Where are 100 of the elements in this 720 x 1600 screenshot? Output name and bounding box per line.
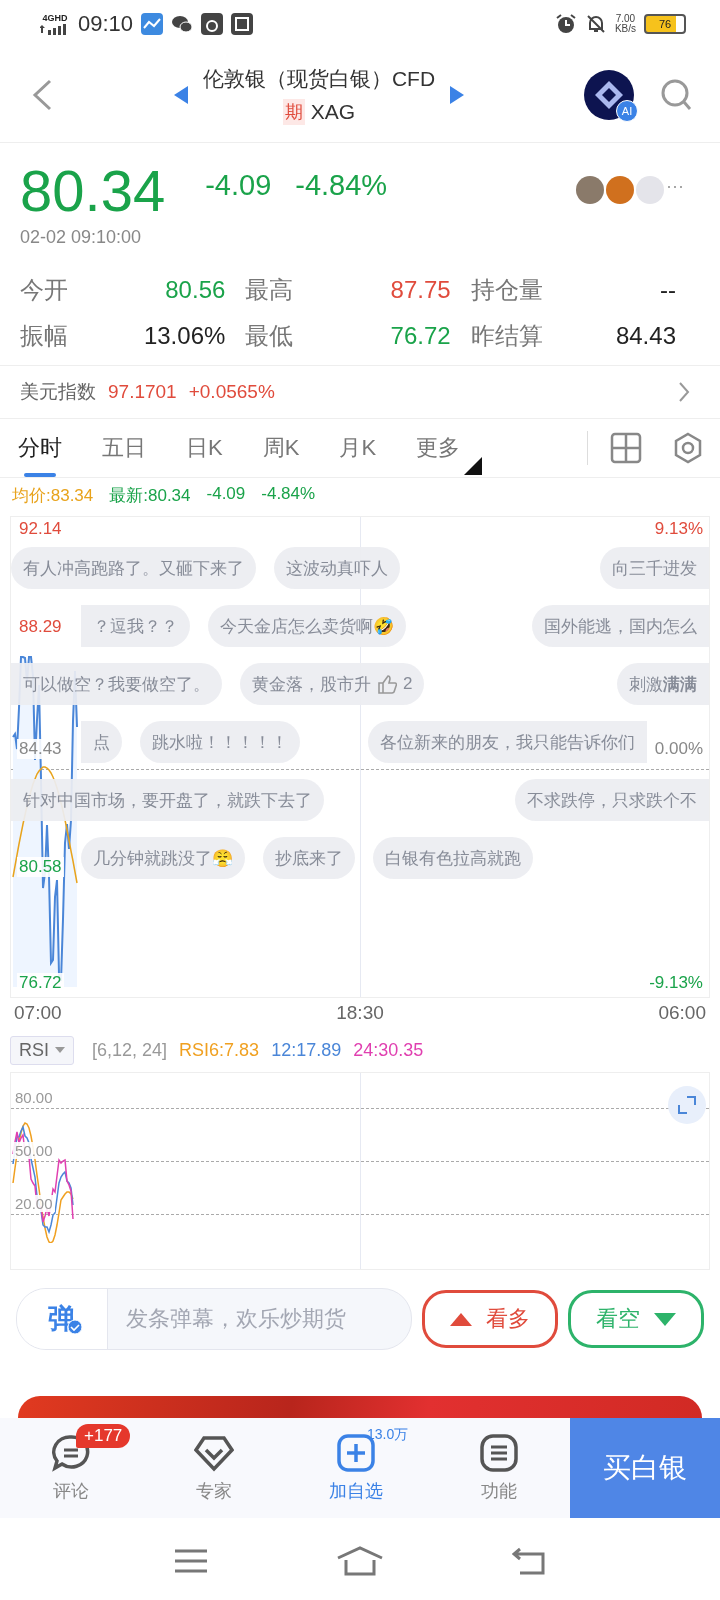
danmaku-text: 针对中国市场，要开盘了，就跌下去了 [23, 789, 312, 812]
danmaku-text: 抄底来了 [275, 847, 343, 870]
buy-button[interactable]: 买白银 [570, 1418, 720, 1518]
quote-info: 最新:80.34 [109, 485, 191, 507]
chat-app-icon [171, 13, 194, 35]
stat-label: 昨结算 [470, 321, 543, 351]
user-avatar[interactable] [606, 176, 634, 204]
danmaku-text: 今天金店怎么卖货啊🤣 [220, 615, 394, 638]
index-value: 97.1701 [108, 381, 177, 403]
chart-tab[interactable]: 更多 [416, 419, 461, 477]
home-icon[interactable] [336, 1545, 384, 1576]
danmaku-text: 不求跌停，只求跌个不 [527, 789, 697, 812]
danmaku-text: 跳水啦！！！！！ [152, 731, 288, 754]
indicator-dropdown[interactable]: RSI [10, 1035, 74, 1065]
instrument-title: 伦敦银（现货白银）CFD [202, 66, 436, 92]
rsi-axis-label: 50.00 [13, 1142, 55, 1159]
chart-app-icon [141, 13, 164, 35]
stat-value: 76.72 [390, 321, 451, 351]
browser-app-icon [201, 13, 224, 35]
danmaku-text: 国外能逃，国内怎么 [544, 615, 697, 638]
stat-label: 振幅 [20, 321, 68, 351]
nav-item[interactable]: +177 评论 [0, 1418, 143, 1518]
quote-info: -4.84% [261, 484, 316, 505]
back-icon[interactable] [512, 1546, 546, 1575]
time-axis-label: 18:30 [336, 1002, 384, 1025]
previous-triangle-icon[interactable] [172, 85, 189, 105]
stat-value: 80.56 [165, 275, 226, 305]
stat-value: -- [660, 275, 676, 305]
up-triangle-icon [450, 1312, 472, 1326]
next-triangle-icon[interactable] [449, 85, 466, 105]
search-icon[interactable] [660, 78, 692, 112]
danmaku-text: 白银有色拉高就跑 [385, 847, 521, 870]
quote-timestamp: 02-02 09:10:00 [19, 227, 143, 249]
expand-icon[interactable] [667, 1085, 707, 1125]
stat-value: 13.06% [143, 321, 226, 351]
battery-indicator: 76 [644, 14, 686, 34]
nav-item[interactable]: 功能 [427, 1418, 570, 1518]
index-change: +0.0565% [188, 381, 275, 403]
index-row[interactable]: 美元指数 97.1701 +0.0565% [0, 365, 720, 419]
indicator-value: 12:17.89 [271, 1039, 342, 1061]
danmaku-text: ？逗我？？ [93, 615, 178, 638]
stat-label: 今开 [20, 275, 68, 305]
back-icon[interactable] [30, 78, 54, 112]
chart-tab[interactable]: 月K [339, 419, 377, 477]
indicator-value: 24:30.35 [353, 1039, 424, 1061]
symbol-label: XAG [310, 100, 356, 124]
settings-icon[interactable] [672, 432, 704, 464]
danmaku-text: 点 [93, 731, 110, 754]
grid-layout-icon[interactable] [610, 432, 642, 464]
caret-icon [55, 1047, 65, 1053]
time-axis-label: 06:00 [658, 1002, 706, 1025]
comment-count-badge: +177 [76, 1424, 131, 1448]
bullish-button[interactable]: 看多 [422, 1290, 558, 1348]
danmaku-text: 有人冲高跑路了。又砸下来了 [23, 557, 244, 580]
stat-value: 87.75 [390, 275, 451, 305]
user-avatar[interactable] [576, 176, 604, 204]
network-label: 4GHD [42, 13, 68, 23]
stat-label: 最高 [245, 275, 294, 305]
clock-time: 09:10 [78, 11, 134, 37]
nav-item[interactable]: 专家 [142, 1418, 285, 1518]
danmaku-text: 几分钟就跳没了😤 [93, 847, 233, 870]
danmaku-field[interactable]: 弹 发条弹幕，欢乐炒期货 [16, 1288, 412, 1350]
indicator-params: [6,12, 24] [92, 1039, 168, 1061]
price-axis-label: 84.43 [17, 739, 64, 759]
time-axis-label: 07:00 [14, 1002, 62, 1025]
thumbs-up-icon [377, 674, 397, 694]
quote-info: 均价:83.34 [12, 485, 94, 507]
sticker-app-icon [231, 13, 254, 35]
price-axis-label: 80.58 [17, 857, 64, 877]
danmaku-text: 向三千进发 [612, 557, 697, 580]
ai-badge: AI [616, 100, 638, 122]
chart-tab[interactable]: 日K [186, 419, 223, 477]
corner-triangle-icon [464, 457, 483, 475]
danmaku-text: 这波动真吓人 [286, 557, 388, 580]
futures-tag: 期 [282, 99, 305, 125]
stat-label: 持仓量 [470, 275, 543, 305]
danmaku-text: 各位新来的朋友，我只能告诉你们 [380, 731, 635, 754]
chart-tab[interactable]: 分时 [18, 419, 62, 477]
danmaku-input[interactable]: 发条弹幕，欢乐炒期货 [108, 1306, 411, 1332]
diamond-check-icon [193, 1433, 234, 1473]
stat-label: 最低 [245, 321, 294, 351]
chevron-right-icon [678, 381, 690, 403]
rsi-axis-label: 20.00 [13, 1195, 55, 1212]
stat-value: 84.43 [615, 321, 676, 351]
menu-icon[interactable] [174, 1547, 208, 1574]
danmaku-text: 可以做空？我要做空了。 [23, 673, 210, 696]
danmaku-text: 刺激满满 [629, 673, 697, 696]
danmaku-logo: 弹 [17, 1289, 108, 1349]
bearish-button[interactable]: 看空 [568, 1290, 704, 1348]
network-speed: 7.00 [615, 14, 636, 24]
more-button[interactable]: ··· [666, 176, 694, 204]
indicator-value: RSI6:7.83 [179, 1039, 260, 1061]
price-change-percent: -4.84% [295, 169, 388, 202]
quote-info: -4.09 [206, 484, 246, 505]
speed-unit: KB/s [614, 24, 636, 34]
list-icon [478, 1433, 519, 1473]
last-price: 80.34 [20, 156, 166, 224]
price-change: -4.09 [205, 169, 272, 202]
chart-tab[interactable]: 五日 [102, 419, 146, 477]
chart-tab[interactable]: 周K [262, 419, 300, 477]
